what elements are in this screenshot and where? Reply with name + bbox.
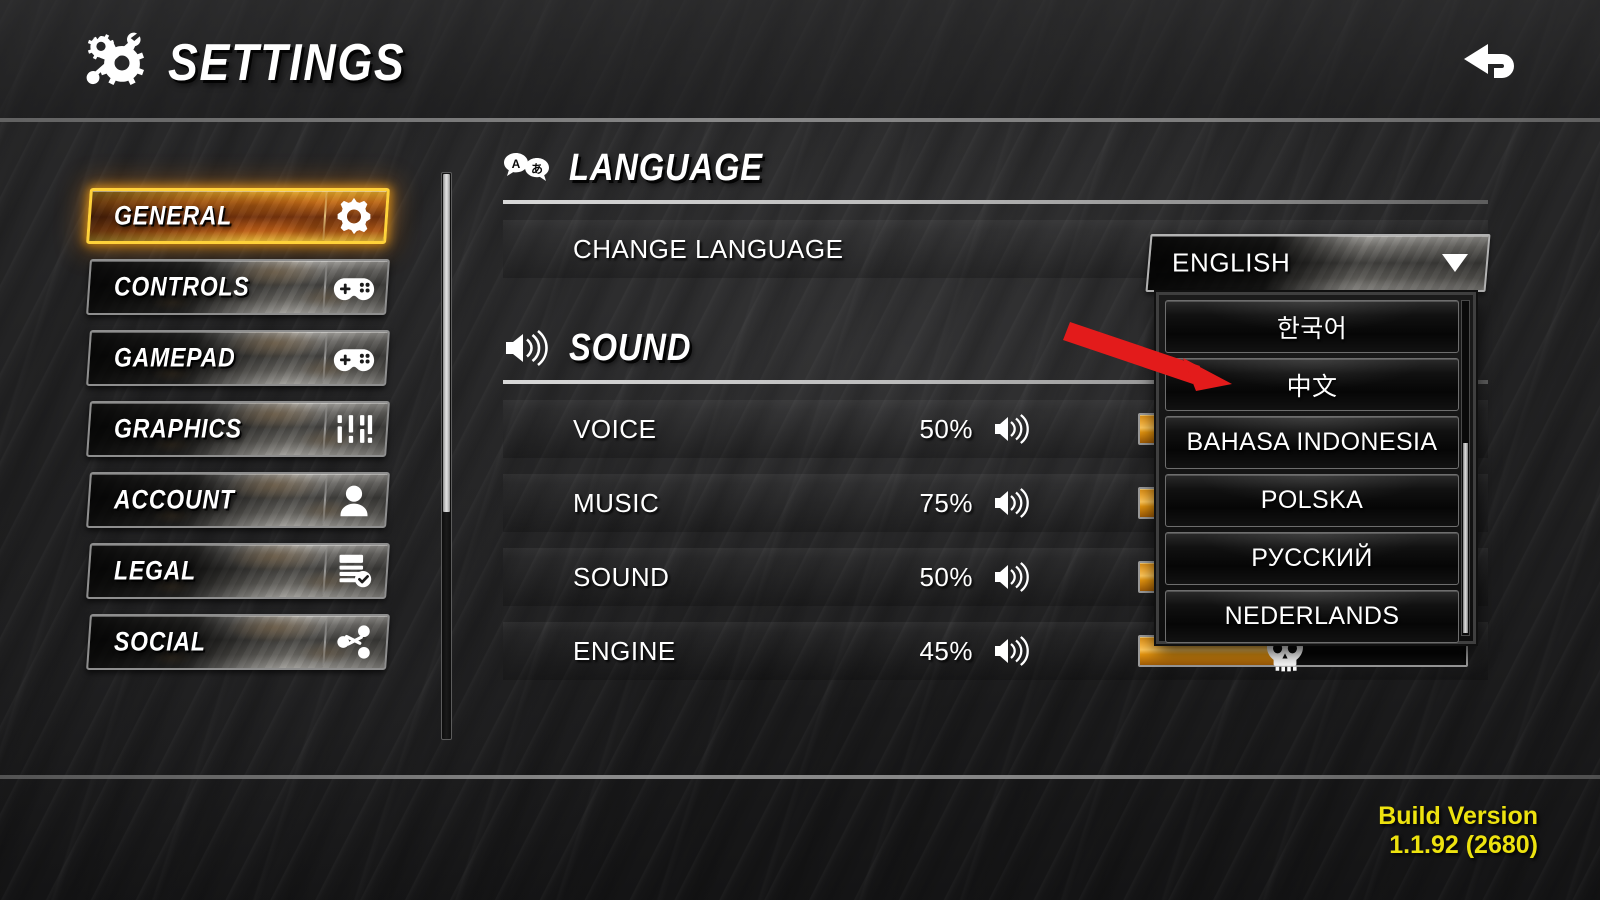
gear-icon [332, 194, 376, 238]
sliders-icon [332, 407, 376, 451]
svg-text:A: A [512, 157, 521, 171]
sidebar-item-account[interactable]: ACCOUNT [86, 472, 390, 528]
svg-text:あ: あ [531, 162, 543, 176]
sidebar-item-label: CONTROLS [114, 271, 250, 302]
document-check-icon [332, 549, 376, 593]
sidebar-item-label: LEGAL [114, 555, 197, 586]
sound-row-label: VOICE [573, 413, 657, 444]
sound-row-label: SOUND [573, 561, 670, 592]
sound-section-title: SOUND [569, 326, 692, 369]
sidebar-item-label: GENERAL [114, 200, 233, 231]
sidebar-item-general[interactable]: GENERAL [86, 188, 390, 244]
speaker-icon [993, 486, 1033, 520]
language-option-label: NEDERLANDS [1224, 602, 1400, 630]
back-button[interactable] [1452, 36, 1528, 92]
content-scrollbar-thumb[interactable] [443, 174, 450, 512]
sound-row-label: MUSIC [573, 487, 660, 518]
translate-icon: A あ [503, 147, 551, 189]
sidebar-item-legal[interactable]: LEGAL [86, 543, 390, 599]
language-section-divider [503, 200, 1488, 204]
person-icon [332, 478, 376, 522]
speaker-icon [993, 412, 1033, 446]
language-option[interactable]: РУССКИЙ [1165, 532, 1459, 585]
sidebar-item-graphics[interactable]: GRAPHICS [86, 401, 390, 457]
sound-row-label: ENGINE [573, 635, 676, 666]
language-option-label: BAHASA INDONESIA [1186, 428, 1438, 456]
language-section-header: A あ LANGUAGE [503, 140, 1488, 196]
sidebar-item-label: SOCIAL [114, 626, 206, 657]
language-select-button[interactable]: ENGLISH [1145, 234, 1491, 292]
language-option-label: 한국어 [1276, 314, 1348, 343]
speaker-icon [993, 560, 1033, 594]
change-language-label: CHANGE LANGUAGE [573, 233, 844, 264]
language-option-label: 中文 [1286, 372, 1338, 401]
header-divider [0, 118, 1600, 122]
build-version-label: Build Version [1378, 802, 1538, 830]
sound-row-percent: 75% [919, 487, 973, 518]
sidebar-item-label: GAMEPAD [114, 342, 236, 373]
language-option[interactable]: 한국어 [1165, 300, 1459, 353]
content-scrollbar[interactable] [441, 172, 452, 740]
language-section-title: LANGUAGE [569, 146, 763, 189]
sound-row-percent: 50% [919, 413, 973, 444]
language-dropdown-scrollbar-thumb[interactable] [1463, 443, 1468, 633]
language-dropdown-panel: 한국어 中文 BAHASA INDONESIA POLSKA РУССКИЙ NEDERL… [1156, 292, 1476, 644]
language-option[interactable]: BAHASA INDONESIA [1165, 416, 1459, 469]
sidebar-nav: GENERAL CONTROLS GAMEPAD GRAPHICS ACCOUNT LEG… [86, 188, 390, 685]
page-title: SETTINGS [168, 34, 406, 92]
share-icon [332, 620, 376, 664]
sidebar-item-label: GRAPHICS [114, 413, 242, 444]
header-bar: SETTINGS [0, 0, 1600, 122]
footer-divider [0, 775, 1600, 779]
language-dropdown-scrollbar[interactable] [1461, 300, 1470, 636]
sidebar-item-social[interactable]: SOCIAL [86, 614, 390, 670]
language-option-label: POLSKA [1260, 486, 1364, 514]
gamepad-icon [332, 265, 376, 309]
page-title-group: SETTINGS [86, 30, 444, 96]
build-version-value: 1.1.92 (2680) [1389, 831, 1538, 859]
language-option[interactable]: NEDERLANDS [1165, 590, 1459, 643]
sidebar-item-controls[interactable]: CONTROLS [86, 259, 390, 315]
sound-row-percent: 50% [919, 561, 973, 592]
language-option[interactable]: 中文 [1165, 358, 1459, 411]
speaker-icon [993, 634, 1033, 668]
build-version: Build Version 1.1.92 (2680) [1378, 802, 1538, 860]
sidebar-item-gamepad[interactable]: GAMEPAD [86, 330, 390, 386]
language-option[interactable]: POLSKA [1165, 474, 1459, 527]
sound-row-percent: 45% [919, 635, 973, 666]
language-dropdown-list: 한국어 中文 BAHASA INDONESIA POLSKA РУССКИЙ NEDERL… [1165, 300, 1459, 643]
gamepad-icon [332, 336, 376, 380]
gear-wrench-icon [86, 30, 152, 96]
chevron-down-icon [1440, 251, 1470, 275]
language-option-label: РУССКИЙ [1251, 544, 1373, 572]
back-arrow-icon [1452, 36, 1528, 92]
sidebar-item-label: ACCOUNT [114, 484, 235, 515]
language-select-value: ENGLISH [1172, 247, 1291, 278]
speaker-icon [503, 327, 551, 369]
